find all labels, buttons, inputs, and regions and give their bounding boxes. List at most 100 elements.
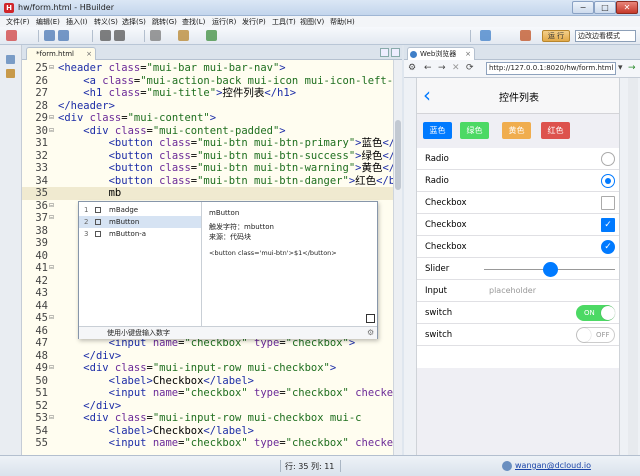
form-row-checkbox: Checkbox	[417, 192, 619, 214]
text-input[interactable]: placeholder	[489, 280, 536, 302]
code-line[interactable]: 29 ⊟ <div class="mui-content">	[22, 112, 393, 125]
code-line[interactable]: 53 ⊟ <div class="mui-input-row mui-checkb…	[22, 412, 393, 425]
fold-toggle-icon[interactable]: ⊟	[49, 315, 54, 321]
form-row-radio: Radio	[417, 148, 619, 170]
code-line[interactable]: 27 <h1 class="mui-title">控件列表</h1>	[22, 87, 393, 100]
code-line[interactable]: 48 </div>	[22, 350, 393, 363]
code-line[interactable]: 33 <button class="mui-btn mui-btn-warnin…	[22, 162, 402, 175]
menu-item[interactable]: 选择(S)	[122, 17, 146, 27]
gear-icon[interactable]: ⚙	[367, 328, 374, 338]
fold-toggle-icon[interactable]: ⊟	[49, 265, 54, 271]
mui-button[interactable]: 红色	[541, 122, 570, 139]
code-line[interactable]: 49 ⊟ <div class="mui-input-row mui-checkb…	[22, 362, 393, 375]
format-icon[interactable]	[178, 30, 189, 41]
tab-web-browser[interactable]: Web浏览器 ×	[407, 47, 475, 60]
code-line[interactable]: 31 <button class="mui-btn mui-btn-primar…	[22, 137, 402, 150]
close-browser-tab-icon[interactable]: ×	[465, 48, 471, 60]
form-row-checkbox-round: Checkbox ✓	[417, 236, 619, 258]
code-line[interactable]: 52 </div>	[22, 400, 393, 413]
menu-item[interactable]: 帮助(H)	[330, 17, 355, 27]
checkbox[interactable]: ✓	[601, 240, 615, 254]
mui-button[interactable]: 蓝色	[423, 122, 452, 139]
menu-item[interactable]: 查找(L)	[182, 17, 205, 27]
tab-form-html[interactable]: *form.html ×	[26, 47, 96, 60]
menu-item[interactable]: 转义(S)	[94, 17, 118, 27]
browser-scrollbar[interactable]	[628, 78, 638, 455]
menu-item[interactable]: 视图(V)	[300, 17, 324, 27]
menu-item[interactable]: 发行(P)	[242, 17, 266, 27]
fold-toggle-icon[interactable]: ⊟	[49, 202, 54, 209]
slider-thumb[interactable]	[542, 262, 558, 277]
fold-toggle-icon[interactable]: ⊟	[49, 215, 54, 221]
mui-button[interactable]: 绿色	[460, 122, 489, 139]
run-button[interactable]: 运 行	[542, 30, 570, 42]
fold-toggle-icon[interactable]: ⊟	[49, 115, 54, 121]
switch-knob	[601, 306, 615, 320]
code-line[interactable]: 34 <button class="mui-btn mui-btn-danger…	[22, 175, 402, 188]
code-line[interactable]: 28 </header>	[22, 100, 393, 113]
project-explorer-icon[interactable]	[6, 55, 15, 64]
stop-icon[interactable]: ✕	[452, 62, 460, 75]
autocomplete-item[interactable]: 1 mBadge	[79, 204, 201, 216]
refresh-icon[interactable]: ⟳	[466, 62, 474, 75]
edit-snippet-icon[interactable]	[366, 314, 375, 323]
menu-item[interactable]: 文件(F)	[6, 17, 30, 27]
url-dropdown-icon[interactable]: ▾	[618, 62, 623, 75]
minimize-editor-icon[interactable]	[380, 48, 389, 57]
code-line[interactable]: 26 <a class="mui-action-back mui-icon mu…	[22, 75, 402, 88]
radio-button[interactable]	[601, 174, 615, 188]
autocomplete-item[interactable]: 2 mButton	[79, 216, 201, 228]
run-icon[interactable]	[520, 30, 531, 41]
fold-toggle-icon[interactable]: ⊟	[49, 415, 54, 421]
code-line[interactable]: 50 <label>Checkbox</label>	[22, 375, 393, 388]
autocomplete-item[interactable]: 3 mButton-a	[79, 228, 201, 240]
maximize-button[interactable]: □	[594, 1, 616, 14]
code-line[interactable]: 55 <input name="checkbox" type="checkbox…	[22, 437, 399, 450]
undo-icon[interactable]	[100, 30, 111, 41]
url-input[interactable]: http://127.0.0.1:8020/hw/form.html	[486, 62, 616, 75]
back-icon[interactable]: ←	[424, 62, 432, 75]
menu-bar: 文件(F) 编辑(E) 插入(I) 转义(S) 选择(S) 跳转(G) 查找(L) 运行(R)…	[0, 16, 640, 27]
checkbox[interactable]: ✓	[601, 218, 615, 232]
close-tab-icon[interactable]: ×	[86, 48, 92, 60]
find-icon[interactable]	[150, 30, 161, 41]
code-line[interactable]: 51 <input name="checkbox" type="checkbox…	[22, 387, 399, 400]
code-line[interactable]: 54 <label>Checkbox</label>	[22, 425, 393, 438]
menu-item[interactable]: 插入(I)	[66, 17, 88, 27]
fold-toggle-icon[interactable]: ⊟	[49, 365, 54, 371]
menu-item[interactable]: 运行(R)	[212, 17, 236, 27]
toggle-switch[interactable]: OFF	[576, 327, 615, 343]
save-icon[interactable]	[44, 30, 55, 41]
maximize-editor-icon[interactable]	[391, 48, 400, 57]
code-text: mb	[58, 187, 122, 199]
fold-toggle-icon[interactable]: ⊟	[49, 127, 54, 134]
settings-icon[interactable]: ⚙	[408, 62, 416, 75]
preview-mode-select[interactable]: 边改边看模式	[575, 30, 636, 42]
radio-button[interactable]	[601, 152, 615, 166]
comment-icon[interactable]	[206, 30, 217, 41]
editor-scrollbar[interactable]	[393, 60, 402, 455]
code-line[interactable]: 32 <button class="mui-btn mui-btn-succes…	[22, 150, 402, 163]
preview-icon[interactable]	[480, 30, 491, 41]
code-line[interactable]: 30 ⊟ <div class="mui-content-padded">	[22, 125, 393, 138]
user-email-link[interactable]: wangan@dcloud.io	[515, 461, 591, 470]
menu-item[interactable]: 编辑(E)	[36, 17, 60, 27]
checkbox[interactable]	[601, 196, 615, 210]
code-line[interactable]: 35 mb	[22, 187, 393, 200]
new-file-icon[interactable]	[6, 30, 17, 41]
minimize-button[interactable]: −	[572, 1, 594, 14]
save-all-icon[interactable]	[58, 30, 69, 41]
line-number: 51	[35, 387, 48, 399]
toggle-switch[interactable]: ON	[576, 305, 615, 321]
menu-item[interactable]: 跳转(G)	[152, 17, 177, 27]
go-icon[interactable]: →	[628, 62, 636, 75]
mui-button[interactable]: 黄色	[502, 122, 531, 139]
redo-icon[interactable]	[114, 30, 125, 41]
close-button[interactable]: ✕	[616, 1, 638, 14]
forward-icon[interactable]: →	[438, 62, 446, 75]
fold-toggle-icon[interactable]: ⊟	[49, 65, 54, 71]
code-line[interactable]: 25 ⊟ <header class="mui-bar mui-bar-nav">	[22, 62, 393, 75]
outline-icon[interactable]	[6, 69, 15, 78]
menu-item[interactable]: 工具(T)	[272, 17, 296, 27]
scrollbar-thumb[interactable]	[395, 120, 401, 190]
